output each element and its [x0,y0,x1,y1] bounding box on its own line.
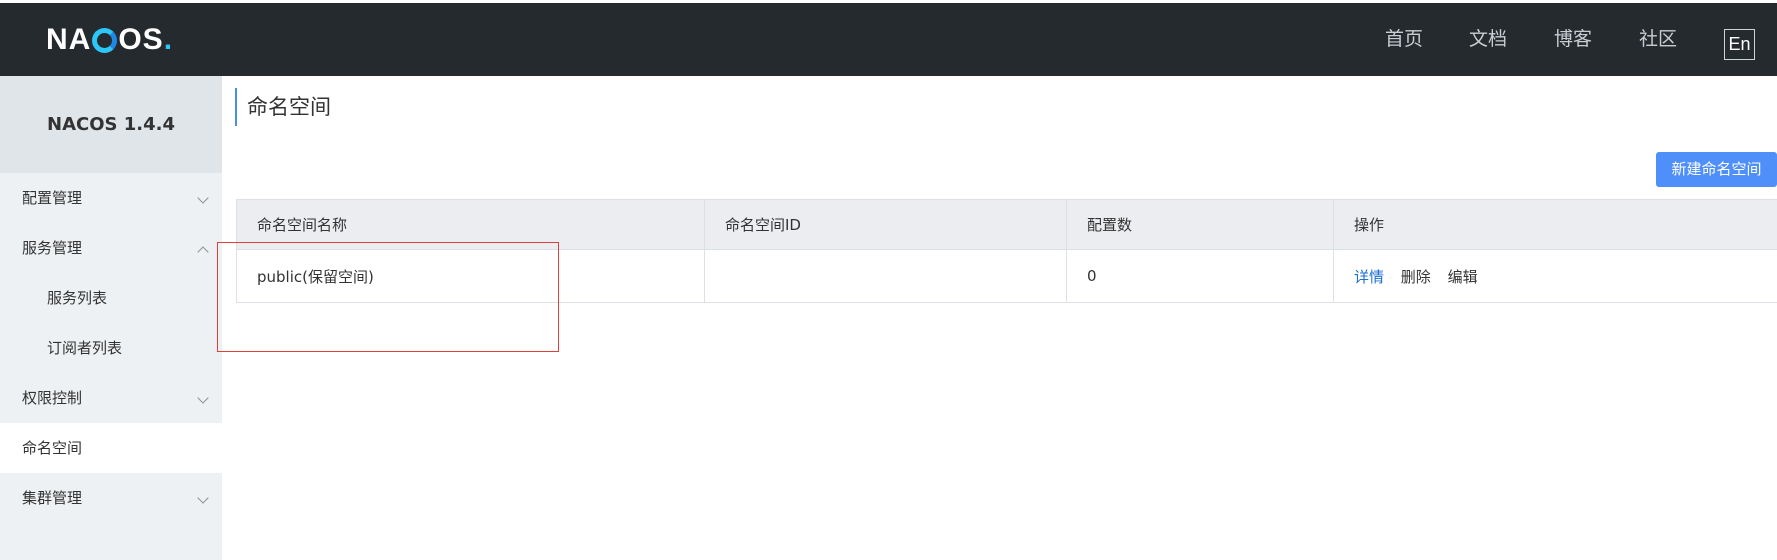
chevron-down-icon [197,392,209,404]
sidebar: NACOS 1.4.4 配置管理 服务管理 服务列表 订阅者列表 权限控制 命名… [0,76,222,560]
chevron-up-icon [197,246,209,258]
namespace-table: 命名空间名称 命名空间ID 配置数 操作 public(保留空间) 0 详情 删… [236,199,1777,303]
sidebar-item-namespace[interactable]: 命名空间 [0,423,222,473]
top-nav-links: 首页 文档 博客 社区 En [0,3,1777,76]
sidebar-version-title: NACOS 1.4.4 [0,76,222,173]
nav-community-link[interactable]: 社区 [1639,3,1677,76]
cell-config-count: 0 [1066,249,1334,303]
page-title: 命名空间 [235,88,331,126]
sidebar-item-label: 服务管理 [22,239,83,257]
sidebar-item-access-control[interactable]: 权限控制 [0,373,222,423]
language-switch-button[interactable]: En [1724,29,1755,60]
table-row: public(保留空间) 0 详情 删除 编辑 [236,249,1777,303]
chevron-down-icon [197,492,209,504]
app-root: NA OS. 首页 文档 博客 社区 En NACOS 1.4.4 配置管理 服务… [0,0,1777,560]
sidebar-item-cluster-management[interactable]: 集群管理 [0,473,222,523]
main-content: 命名空间 新建命名空间 命名空间名称 命名空间ID 配置数 操作 public(… [222,76,1777,560]
table-header-row: 命名空间名称 命名空间ID 配置数 操作 [236,199,1777,250]
sidebar-item-label: 订阅者列表 [47,339,123,357]
nav-home-link[interactable]: 首页 [1385,3,1423,76]
cell-namespace-id [704,249,1067,303]
create-namespace-button[interactable]: 新建命名空间 [1656,152,1777,187]
details-link[interactable]: 详情 [1354,268,1384,286]
column-header-namespace-id: 命名空间ID [704,199,1067,250]
sidebar-item-subscriber-list[interactable]: 订阅者列表 [0,323,222,373]
nav-blog-link[interactable]: 博客 [1554,3,1592,76]
delete-link[interactable]: 删除 [1401,268,1431,286]
column-header-actions: 操作 [1333,199,1777,250]
nav-docs-link[interactable]: 文档 [1469,3,1507,76]
cell-actions: 详情 删除 编辑 [1333,249,1777,303]
sidebar-item-config-management[interactable]: 配置管理 [0,173,222,223]
column-header-namespace-name: 命名空间名称 [236,199,705,250]
cell-namespace-name: public(保留空间) [236,249,705,303]
sidebar-item-service-management[interactable]: 服务管理 [0,223,222,273]
edit-link[interactable]: 编辑 [1448,268,1478,286]
sidebar-item-label: 权限控制 [22,389,83,407]
chevron-down-icon [197,192,209,204]
sidebar-item-label: 命名空间 [22,439,83,457]
sidebar-item-label: 配置管理 [22,189,83,207]
sidebar-item-label: 集群管理 [22,489,83,507]
column-header-config-count: 配置数 [1066,199,1334,250]
top-navbar: NA OS. 首页 文档 博客 社区 En [0,3,1777,76]
sidebar-item-label: 服务列表 [47,289,108,307]
sidebar-item-service-list[interactable]: 服务列表 [0,273,222,323]
